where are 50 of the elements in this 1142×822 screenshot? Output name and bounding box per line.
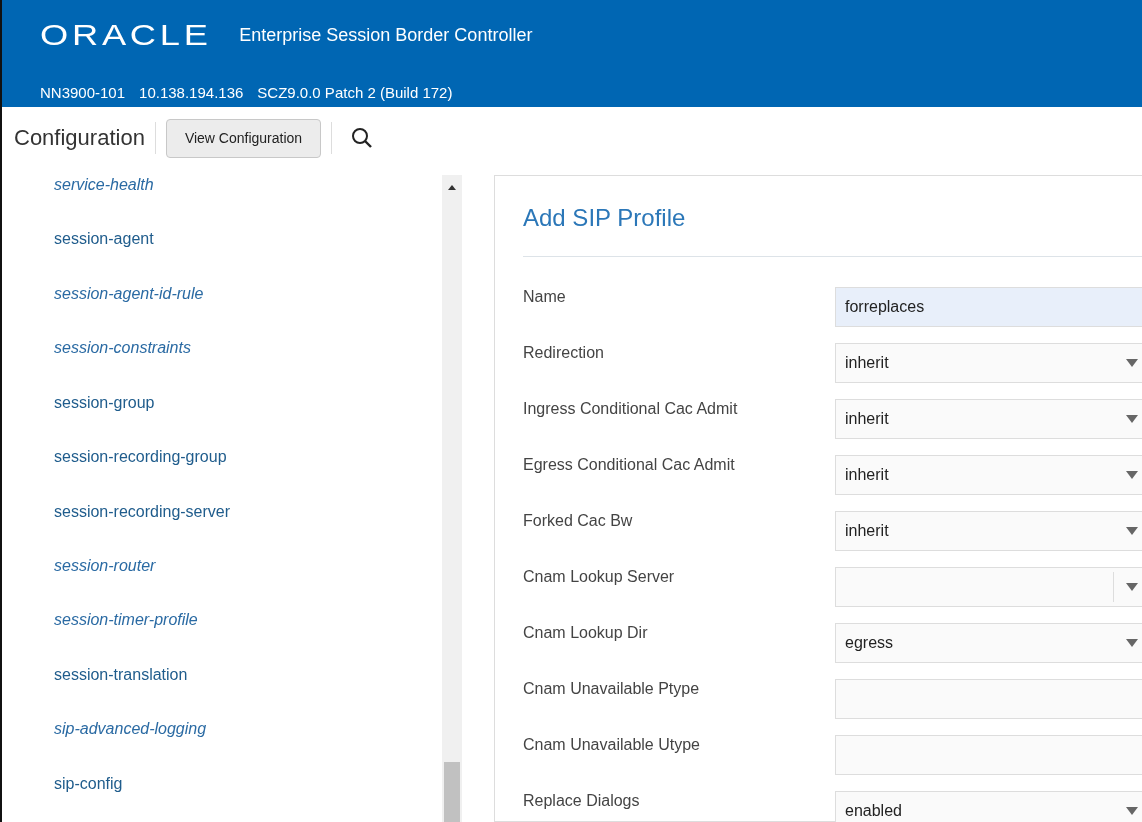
field-label: Forked Cac Bw (523, 511, 634, 531)
caret-icon (1126, 359, 1138, 367)
caret-icon (1126, 639, 1138, 647)
sidebar-item[interactable]: session-recording-group (54, 441, 464, 496)
dropdown-field[interactable] (835, 567, 1142, 607)
sidebar-item[interactable]: service-health (54, 169, 464, 224)
page-title: Configuration (14, 125, 145, 151)
field-label: Cnam Unavailable Utype (523, 735, 701, 755)
sidebar-item[interactable]: session-agent (54, 223, 464, 278)
dropdown-field[interactable]: inherit (835, 511, 1142, 551)
field-label: Cnam Lookup Server (523, 567, 676, 587)
text-field[interactable] (835, 679, 1142, 719)
sidebar-item[interactable]: session-agent-id-rule (54, 277, 464, 333)
dropdown-field[interactable]: inherit (835, 343, 1142, 383)
dropdown-field[interactable]: egress (835, 623, 1142, 663)
view-configuration-button[interactable]: View Configuration (165, 118, 322, 158)
scrollbar-thumb[interactable] (444, 762, 460, 822)
sidebar-item[interactable]: session-group (54, 386, 464, 442)
sidebar-item[interactable]: session-timer-profile (54, 604, 464, 659)
field-label: Replace Dialogs (523, 791, 641, 811)
caret-icon (1126, 583, 1138, 591)
caret-icon (1126, 415, 1138, 423)
sidebar-item[interactable]: session-constraints (54, 332, 464, 387)
text-field[interactable]: forreplaces (835, 287, 1142, 327)
sidebar-item[interactable]: sip-config (54, 767, 464, 822)
field-label: Ingress Conditional Cac Admit (523, 399, 739, 419)
form-title: Add SIP Profile (523, 204, 687, 232)
system-info-text: 10.138.194.136 (139, 84, 244, 101)
caret-icon (1126, 807, 1138, 815)
sidebar-item[interactable]: session-recording-server (54, 495, 464, 550)
sidebar-item[interactable]: sip-advanced-logging (54, 713, 464, 768)
sidebar-item[interactable]: session-router (54, 549, 464, 605)
caret-icon (1126, 527, 1138, 535)
scrollbar[interactable] (442, 175, 462, 822)
system-info-text: SCZ9.0.0 Patch 2 (Build 172) (257, 84, 453, 101)
field-label: Cnam Lookup Dir (523, 623, 649, 643)
sidebar-item[interactable]: session-translation (54, 658, 464, 714)
field-label: Redirection (523, 343, 605, 363)
system-info-text: NN3900-101 (40, 84, 126, 101)
dropdown-field[interactable]: enabled (835, 791, 1142, 822)
scroll-up-icon[interactable] (447, 183, 457, 191)
caret-icon (1126, 471, 1138, 479)
field-label: Name (523, 287, 567, 307)
logo-text: ORACLE (40, 20, 212, 50)
text-field[interactable] (835, 735, 1142, 775)
field-label: Cnam Unavailable Ptype (523, 679, 701, 699)
dropdown-field[interactable]: inherit (835, 399, 1142, 439)
dropdown-field[interactable]: inherit (835, 455, 1142, 495)
product-title: Enterprise Session Border Controller (239, 24, 533, 46)
field-label: Egress Conditional Cac Admit (523, 455, 736, 475)
